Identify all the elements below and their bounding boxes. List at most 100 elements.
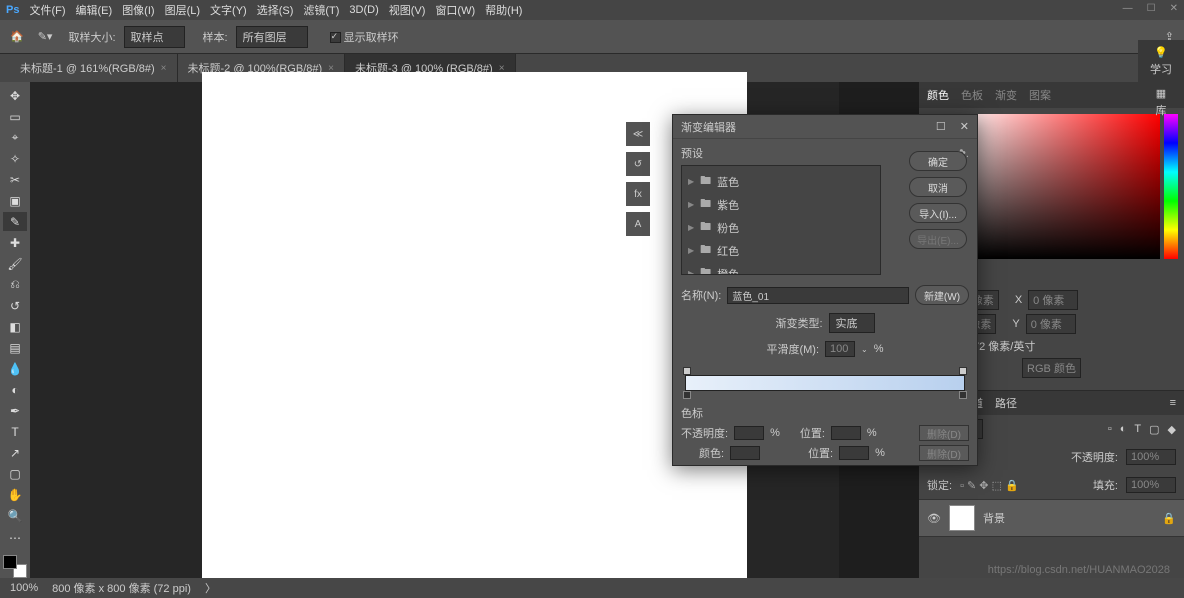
menu-view[interactable]: 视图(V) xyxy=(389,2,426,18)
menu-file[interactable]: 文件(F) xyxy=(29,2,65,18)
gradient-tool[interactable]: ▤ xyxy=(3,339,27,358)
opacity-stop-right[interactable] xyxy=(959,367,967,375)
presets-list[interactable]: ▶🖿蓝色 ▶🖿紫色 ▶🖿粉色 ▶🖿红色 ▶🖿橙色 xyxy=(681,165,881,275)
sample-select[interactable]: 所有图层 xyxy=(236,26,308,48)
layer-thumbnail[interactable] xyxy=(949,505,975,531)
collapse-icon[interactable]: ≪ xyxy=(626,122,650,146)
import-button[interactable]: 导入(I)... xyxy=(909,203,967,223)
y-field[interactable]: 0 像素 xyxy=(1026,314,1076,334)
filter-shape-icon[interactable]: ▢ xyxy=(1149,423,1159,436)
shape-tool[interactable]: ▢ xyxy=(3,465,27,484)
menu-image[interactable]: 图像(I) xyxy=(122,2,154,18)
canvas[interactable] xyxy=(202,72,747,582)
preset-folder-blue[interactable]: ▶🖿蓝色 xyxy=(688,170,874,193)
pen-tool[interactable]: ✒ xyxy=(3,402,27,421)
frame-tool[interactable]: ▣ xyxy=(3,191,27,210)
type-tool[interactable]: T xyxy=(3,423,27,442)
tab-doc1[interactable]: 未标题-1 @ 161%(RGB/8#)× xyxy=(10,54,178,82)
tab-gradient[interactable]: 渐变 xyxy=(995,87,1017,103)
menu-type[interactable]: 文字(Y) xyxy=(210,2,247,18)
window-close-icon[interactable]: ✕ xyxy=(1170,3,1178,14)
eyedropper-tool[interactable]: ✎ xyxy=(3,212,27,231)
stop-position-field[interactable] xyxy=(831,426,861,440)
learn-panel[interactable]: 💡学习 xyxy=(1150,46,1172,77)
delete-stop-button[interactable]: 删除(D) xyxy=(919,425,969,441)
stop-opacity-field[interactable] xyxy=(734,426,764,440)
marquee-tool[interactable]: ▭ xyxy=(3,107,27,126)
color-swatch[interactable] xyxy=(3,555,27,578)
filter-type-icon[interactable]: T xyxy=(1134,423,1141,436)
heal-tool[interactable]: ✚ xyxy=(3,233,27,252)
history-tool[interactable]: ↺ xyxy=(3,296,27,315)
history-icon[interactable]: ↺ xyxy=(626,152,650,176)
smoothness-field[interactable]: 100 xyxy=(825,341,855,357)
visibility-icon[interactable]: 👁 xyxy=(927,512,941,525)
menu-select[interactable]: 选择(S) xyxy=(257,2,294,18)
menu-layer[interactable]: 图层(L) xyxy=(165,2,200,18)
menu-3d[interactable]: 3D(D) xyxy=(349,4,378,16)
tab-paths[interactable]: 路径 xyxy=(995,395,1017,411)
cancel-button[interactable]: 取消 xyxy=(909,177,967,197)
opacity-stop-left[interactable] xyxy=(683,367,691,375)
preset-folder-pink[interactable]: ▶🖿粉色 xyxy=(688,216,874,239)
stop-color-swatch[interactable] xyxy=(730,446,760,460)
blur-tool[interactable]: 💧 xyxy=(3,360,27,379)
preset-folder-purple[interactable]: ▶🖿紫色 xyxy=(688,193,874,216)
color-stop-left[interactable] xyxy=(683,391,691,399)
fill-field[interactable]: 100% xyxy=(1126,477,1176,493)
window-maximize-icon[interactable]: ☐ xyxy=(1147,3,1156,14)
menu-window[interactable]: 窗口(W) xyxy=(435,2,475,18)
zoom-tool[interactable]: 🔍 xyxy=(3,507,27,526)
hand-tool[interactable]: ✋ xyxy=(3,486,27,505)
opacity-field[interactable]: 100% xyxy=(1126,449,1176,465)
zoom-level[interactable]: 100% xyxy=(10,582,38,594)
delete-stop-button2[interactable]: 删除(D) xyxy=(919,445,969,461)
info-chevron-icon[interactable]: 〉 xyxy=(205,580,216,596)
crop-tool[interactable]: ✂ xyxy=(3,170,27,189)
path-tool[interactable]: ↗ xyxy=(3,444,27,463)
window-minimize-icon[interactable]: — xyxy=(1123,3,1133,14)
export-button[interactable]: 导出(E)... xyxy=(909,229,967,249)
brush-tool[interactable]: 🖌 xyxy=(3,254,27,273)
tab-color[interactable]: 颜色 xyxy=(927,87,949,103)
wand-tool[interactable]: ✧ xyxy=(3,149,27,168)
sample-size-select[interactable]: 取样点 xyxy=(124,26,185,48)
panel-menu-icon[interactable]: ≡ xyxy=(1170,397,1176,409)
dialog-maximize-icon[interactable]: ☐ xyxy=(936,120,946,133)
library-panel[interactable]: ▦库 xyxy=(1156,87,1167,118)
lasso-tool[interactable]: ⌖ xyxy=(3,128,27,147)
gradient-type-select[interactable]: 实底 xyxy=(829,313,875,333)
doc-info[interactable]: 800 像素 x 800 像素 (72 ppi) xyxy=(52,580,191,596)
stamp-tool[interactable]: ⎌ xyxy=(3,275,27,294)
close-icon[interactable]: × xyxy=(161,63,167,74)
layer-background[interactable]: 👁 背景 🔒 xyxy=(919,499,1184,537)
lock-icon[interactable]: 🔒 xyxy=(1162,512,1176,525)
filter-image-icon[interactable]: ▫ xyxy=(1108,423,1112,436)
menu-filter[interactable]: 滤镜(T) xyxy=(303,2,339,18)
dialog-close-icon[interactable]: ✕ xyxy=(960,120,969,133)
more-tools[interactable]: ⋯ xyxy=(3,528,27,547)
para-icon[interactable]: A xyxy=(626,212,650,236)
ok-button[interactable]: 确定 xyxy=(909,151,967,171)
preset-folder-red[interactable]: ▶🖿红色 xyxy=(688,239,874,262)
preset-folder-orange[interactable]: ▶🖿橙色 xyxy=(688,262,874,275)
home-icon[interactable]: 🏠 xyxy=(10,30,24,43)
tab-pattern[interactable]: 图案 xyxy=(1029,87,1051,103)
mode-select[interactable]: RGB 颜色 xyxy=(1022,358,1081,378)
dodge-tool[interactable]: ◐ xyxy=(3,381,27,400)
menu-help[interactable]: 帮助(H) xyxy=(485,2,522,18)
filter-smart-icon[interactable]: ◆ xyxy=(1168,423,1176,436)
dialog-titlebar[interactable]: 渐变编辑器 ☐ ✕ xyxy=(673,115,977,139)
menu-edit[interactable]: 编辑(E) xyxy=(76,2,113,18)
name-input[interactable] xyxy=(727,287,909,304)
color-stop-right[interactable] xyxy=(959,391,967,399)
tool-preset-icon[interactable]: ✎▾ xyxy=(38,30,53,43)
lock-icons[interactable]: ▫ ✎ ✥ ⬚ 🔒 xyxy=(960,479,1019,492)
gradient-bar[interactable] xyxy=(681,367,969,399)
show-ring-checkbox[interactable] xyxy=(330,32,341,43)
x-field[interactable]: 0 像素 xyxy=(1028,290,1078,310)
new-button[interactable]: 新建(W) xyxy=(915,285,969,305)
tab-swatches[interactable]: 色板 xyxy=(961,87,983,103)
eraser-tool[interactable]: ◧ xyxy=(3,318,27,337)
char-icon[interactable]: fx xyxy=(626,182,650,206)
